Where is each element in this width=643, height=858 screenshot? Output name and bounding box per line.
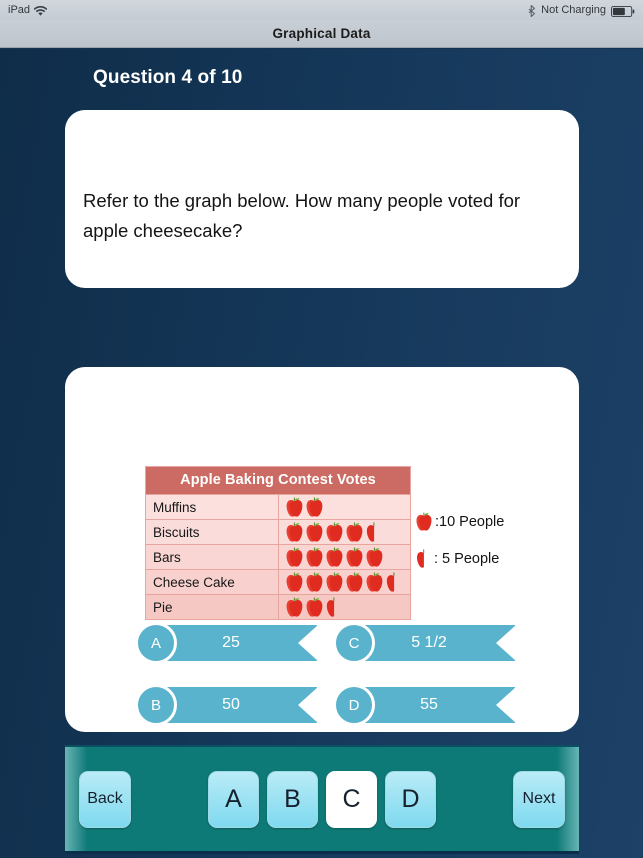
apple-icon-half xyxy=(365,522,375,543)
answer-option-b[interactable]: 50 B xyxy=(135,684,317,726)
apple-icon-full xyxy=(325,572,344,593)
apple-icon-full xyxy=(345,547,364,568)
answer-option-c[interactable]: 5 1/2 C xyxy=(333,622,515,664)
apple-row xyxy=(285,521,411,543)
apple-icon-full xyxy=(325,547,344,568)
answer-banner: 50 xyxy=(153,687,317,723)
pictograph-legend: :10 People : 5 People xyxy=(415,512,565,586)
answer-letter-badge: C xyxy=(333,622,375,664)
pictograph-icons-cell xyxy=(277,594,411,620)
apple-icon-full xyxy=(285,597,304,618)
legend-label: :10 People xyxy=(435,514,505,530)
pictograph-category-label: Biscuits xyxy=(145,519,279,545)
charging-status-label: Not Charging xyxy=(541,4,606,16)
apple-icon-full xyxy=(285,572,304,593)
apple-icon-full xyxy=(305,497,324,518)
apple-icon-full xyxy=(285,547,304,568)
app-screen: iPad Not Charging Graphical Data Questio… xyxy=(0,0,643,858)
choice-button-b[interactable]: B xyxy=(267,770,318,828)
choice-button-a[interactable]: A xyxy=(208,770,259,828)
ios-status-bar: iPad Not Charging xyxy=(0,0,643,20)
answer-text: 5 1/2 xyxy=(411,634,447,651)
back-button[interactable]: Back xyxy=(79,770,131,828)
answer-options: 25 A 5 1/2 C 50 B 55 D xyxy=(135,622,579,726)
apple-icon-full xyxy=(345,522,364,543)
battery-icon xyxy=(611,5,635,17)
apple-icon-full xyxy=(285,497,304,518)
choice-button-c[interactable]: C xyxy=(326,770,377,828)
answer-banner: 55 xyxy=(351,687,515,723)
answer-text: 50 xyxy=(222,696,240,713)
pictograph-table: Apple Baking Contest Votes Muffins Biscu… xyxy=(145,466,411,620)
apple-icon-half xyxy=(325,597,335,618)
device-label: iPad xyxy=(8,4,31,16)
apple-icon-full xyxy=(325,522,344,543)
apple-icon-full xyxy=(365,547,384,568)
pictograph-icons-cell xyxy=(277,519,411,545)
apple-icon-full xyxy=(345,572,364,593)
pictograph-title: Apple Baking Contest Votes xyxy=(145,466,411,495)
page-title: Graphical Data xyxy=(272,26,371,41)
apple-row xyxy=(285,596,411,618)
apple-icon-full xyxy=(415,512,433,532)
apple-row xyxy=(285,571,411,593)
apple-icon-full xyxy=(305,522,324,543)
legend-label: : 5 People xyxy=(434,551,500,567)
legend-item: :10 People xyxy=(415,512,565,532)
pictograph-icons-cell xyxy=(277,494,411,520)
apple-icon-full xyxy=(285,522,304,543)
answer-text: 25 xyxy=(222,634,240,651)
bluetooth-icon xyxy=(528,4,536,18)
apple-icon-full xyxy=(305,572,324,593)
pictograph-title-row: Apple Baking Contest Votes xyxy=(145,466,411,495)
question-card: Refer to the graph below. How many peopl… xyxy=(65,110,579,288)
pictograph-category-label: Pie xyxy=(145,594,279,620)
status-bar-right: Not Charging xyxy=(528,4,635,18)
answer-text: 55 xyxy=(420,696,438,713)
wifi-icon xyxy=(33,5,48,17)
graph-card: Apple Baking Contest Votes Muffins Biscu… xyxy=(65,367,579,732)
answer-banner: 5 1/2 xyxy=(351,625,515,661)
legend-item: : 5 People xyxy=(415,549,565,569)
apple-icon-half xyxy=(385,572,395,593)
apple-icon-full xyxy=(365,572,384,593)
question-counter: Question 4 of 10 xyxy=(93,67,243,88)
nav-bar: Graphical Data xyxy=(0,20,643,48)
answer-option-a[interactable]: 25 A xyxy=(135,622,317,664)
table-row: Muffins xyxy=(145,494,411,520)
answer-letter-badge: A xyxy=(135,622,177,664)
pictograph-category-label: Cheese Cake xyxy=(145,569,279,595)
apple-row xyxy=(285,496,411,518)
status-bar-left: iPad xyxy=(8,4,48,17)
apple-icon-full xyxy=(305,547,324,568)
pictograph: Apple Baking Contest Votes Muffins Biscu… xyxy=(145,466,411,620)
pictograph-icons-cell xyxy=(277,569,411,595)
apple-icon-full xyxy=(305,597,324,618)
table-row: Bars xyxy=(145,544,411,570)
table-row: Biscuits xyxy=(145,519,411,545)
pictograph-category-label: Muffins xyxy=(145,494,279,520)
answer-letter-badge: D xyxy=(333,684,375,726)
pictograph-icons-cell xyxy=(277,544,411,570)
answer-option-d[interactable]: 55 D xyxy=(333,684,515,726)
apple-row xyxy=(285,546,411,568)
pictograph-category-label: Bars xyxy=(145,544,279,570)
quiz-content: Question 4 of 10 Refer to the graph belo… xyxy=(0,49,643,858)
question-text: Refer to the graph below. How many peopl… xyxy=(83,190,521,242)
answer-banner: 25 xyxy=(153,625,317,661)
choice-button-d[interactable]: D xyxy=(385,770,436,828)
table-row: Pie xyxy=(145,594,411,620)
choice-button-group: A B C D xyxy=(208,770,436,828)
table-row: Cheese Cake xyxy=(145,569,411,595)
next-button[interactable]: Next xyxy=(513,770,565,828)
apple-icon-half xyxy=(415,549,425,569)
bottom-toolbar: Back A B C D Next xyxy=(65,745,579,854)
answer-letter-badge: B xyxy=(135,684,177,726)
